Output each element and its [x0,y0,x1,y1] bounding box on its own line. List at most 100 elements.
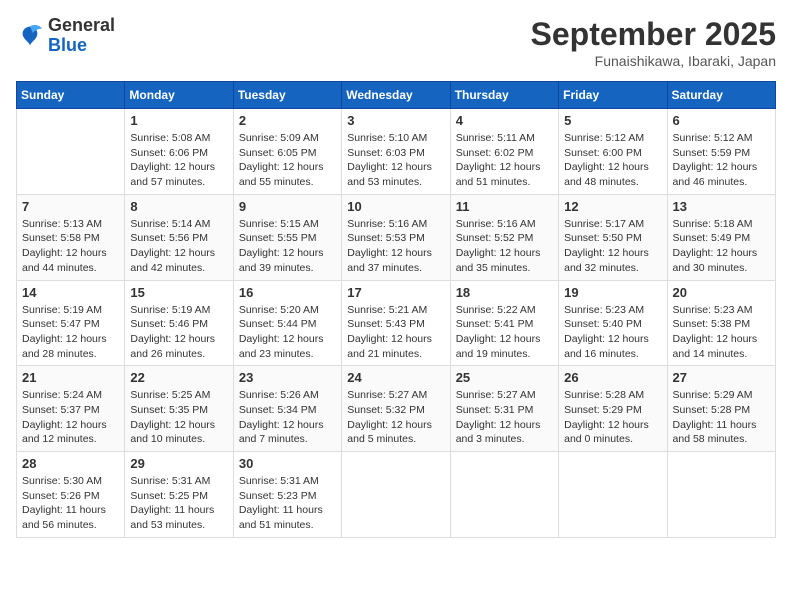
calendar-cell: 8 Sunrise: 5:14 AMSunset: 5:56 PMDaylight… [125,194,233,280]
calendar-cell: 2Sunrise: 5:09 AMSunset: 6:05 PMDaylight… [233,109,341,195]
day-info: Sunrise: 5:17 AMSunset: 5:50 PMDaylight:… [564,217,661,276]
day-info: Sunrise: 5:16 AMSunset: 5:52 PMDaylight:… [456,217,553,276]
day-number: 10 [347,199,444,214]
day-number: 28 [22,456,119,471]
calendar-cell: 18 Sunrise: 5:22 AMSunset: 5:41 PMDayligh… [450,280,558,366]
day-number: 6 [673,113,770,128]
calendar-week-row: 21 Sunrise: 5:24 AMSunset: 5:37 PMDayligh… [17,366,776,452]
day-number: 26 [564,370,661,385]
calendar-week-row: 7 Sunrise: 5:13 AMSunset: 5:58 PMDaylight… [17,194,776,280]
day-info: Sunrise: 5:22 AMSunset: 5:41 PMDaylight:… [456,303,553,362]
calendar-cell: 15 Sunrise: 5:19 AMSunset: 5:46 PMDayligh… [125,280,233,366]
day-number: 16 [239,285,336,300]
calendar-cell: 24 Sunrise: 5:27 AMSunset: 5:32 PMDayligh… [342,366,450,452]
logo-bird-icon [16,22,44,50]
calendar-cell: 28 Sunrise: 5:30 AMSunset: 5:26 PMDayligh… [17,452,125,538]
day-number: 2 [239,113,336,128]
day-number: 18 [456,285,553,300]
day-number: 7 [22,199,119,214]
day-info: Sunrise: 5:25 AMSunset: 5:35 PMDaylight:… [130,388,227,447]
calendar-cell [17,109,125,195]
day-number: 3 [347,113,444,128]
day-info: Sunrise: 5:18 AMSunset: 5:49 PMDaylight:… [673,217,770,276]
day-number: 15 [130,285,227,300]
calendar-cell: 27Sunrise: 5:29 AMSunset: 5:28 PMDayligh… [667,366,775,452]
location-text: Funaishikawa, Ibaraki, Japan [531,53,776,69]
calendar-cell: 29 Sunrise: 5:31 AMSunset: 5:25 PMDayligh… [125,452,233,538]
day-number: 12 [564,199,661,214]
day-info: Sunrise: 5:08 AMSunset: 6:06 PMDaylight:… [130,131,227,190]
day-number: 4 [456,113,553,128]
month-title: September 2025 [531,16,776,53]
day-info: Sunrise: 5:16 AMSunset: 5:53 PMDaylight:… [347,217,444,276]
day-info: Sunrise: 5:13 AMSunset: 5:58 PMDaylight:… [22,217,119,276]
calendar-week-row: 14 Sunrise: 5:19 AMSunset: 5:47 PMDayligh… [17,280,776,366]
calendar-cell: 21 Sunrise: 5:24 AMSunset: 5:37 PMDayligh… [17,366,125,452]
weekday-header-tuesday: Tuesday [233,82,341,109]
day-info: Sunrise: 5:19 AMSunset: 5:47 PMDaylight:… [22,303,119,362]
day-info: Sunrise: 5:19 AMSunset: 5:46 PMDaylight:… [130,303,227,362]
day-info: Sunrise: 5:31 AMSunset: 5:25 PMDaylight:… [130,474,227,533]
page-header: General Blue September 2025 Funaishikawa… [16,16,776,69]
day-number: 21 [22,370,119,385]
calendar-cell: 13 Sunrise: 5:18 AMSunset: 5:49 PMDayligh… [667,194,775,280]
day-info: Sunrise: 5:26 AMSunset: 5:34 PMDaylight:… [239,388,336,447]
calendar-table: SundayMondayTuesdayWednesdayThursdayFrid… [16,81,776,538]
day-info: Sunrise: 5:14 AMSunset: 5:56 PMDaylight:… [130,217,227,276]
calendar-cell: 23Sunrise: 5:26 AMSunset: 5:34 PMDayligh… [233,366,341,452]
day-info: Sunrise: 5:10 AMSunset: 6:03 PMDaylight:… [347,131,444,190]
day-info: Sunrise: 5:27 AMSunset: 5:31 PMDaylight:… [456,388,553,447]
day-number: 27 [673,370,770,385]
calendar-week-row: 28 Sunrise: 5:30 AMSunset: 5:26 PMDayligh… [17,452,776,538]
calendar-cell [667,452,775,538]
calendar-cell: 12 Sunrise: 5:17 AMSunset: 5:50 PMDayligh… [559,194,667,280]
calendar-cell [342,452,450,538]
day-number: 29 [130,456,227,471]
weekday-header-thursday: Thursday [450,82,558,109]
day-number: 8 [130,199,227,214]
day-info: Sunrise: 5:12 AMSunset: 6:00 PMDaylight:… [564,131,661,190]
day-number: 20 [673,285,770,300]
day-number: 30 [239,456,336,471]
calendar-cell: 16 Sunrise: 5:20 AMSunset: 5:44 PMDayligh… [233,280,341,366]
day-number: 19 [564,285,661,300]
calendar-cell: 26Sunrise: 5:28 AMSunset: 5:29 PMDayligh… [559,366,667,452]
calendar-header-row: SundayMondayTuesdayWednesdayThursdayFrid… [17,82,776,109]
calendar-cell: 7 Sunrise: 5:13 AMSunset: 5:58 PMDaylight… [17,194,125,280]
calendar-cell: 4Sunrise: 5:11 AMSunset: 6:02 PMDaylight… [450,109,558,195]
day-number: 9 [239,199,336,214]
calendar-cell: 30 Sunrise: 5:31 AMSunset: 5:23 PMDayligh… [233,452,341,538]
calendar-cell: 20 Sunrise: 5:23 AMSunset: 5:38 PMDayligh… [667,280,775,366]
title-block: September 2025 Funaishikawa, Ibaraki, Ja… [531,16,776,69]
calendar-cell: 1Sunrise: 5:08 AMSunset: 6:06 PMDaylight… [125,109,233,195]
day-number: 22 [130,370,227,385]
calendar-cell: 19 Sunrise: 5:23 AMSunset: 5:40 PMDayligh… [559,280,667,366]
calendar-cell: 5 Sunrise: 5:12 AMSunset: 6:00 PMDaylight… [559,109,667,195]
weekday-header-wednesday: Wednesday [342,82,450,109]
day-info: Sunrise: 5:31 AMSunset: 5:23 PMDaylight:… [239,474,336,533]
calendar-cell: 9 Sunrise: 5:15 AMSunset: 5:55 PMDaylight… [233,194,341,280]
day-info: Sunrise: 5:27 AMSunset: 5:32 PMDaylight:… [347,388,444,447]
day-number: 13 [673,199,770,214]
calendar-cell: 3 Sunrise: 5:10 AMSunset: 6:03 PMDaylight… [342,109,450,195]
calendar-cell: 17Sunrise: 5:21 AMSunset: 5:43 PMDayligh… [342,280,450,366]
day-info: Sunrise: 5:30 AMSunset: 5:26 PMDaylight:… [22,474,119,533]
day-info: Sunrise: 5:24 AMSunset: 5:37 PMDaylight:… [22,388,119,447]
weekday-header-monday: Monday [125,82,233,109]
day-number: 5 [564,113,661,128]
calendar-cell [559,452,667,538]
day-info: Sunrise: 5:12 AMSunset: 5:59 PMDaylight:… [673,131,770,190]
calendar-week-row: 1Sunrise: 5:08 AMSunset: 6:06 PMDaylight… [17,109,776,195]
weekday-header-friday: Friday [559,82,667,109]
logo: General Blue [16,16,115,56]
weekday-header-saturday: Saturday [667,82,775,109]
calendar-cell: 10 Sunrise: 5:16 AMSunset: 5:53 PMDayligh… [342,194,450,280]
day-info: Sunrise: 5:23 AMSunset: 5:38 PMDaylight:… [673,303,770,362]
day-info: Sunrise: 5:15 AMSunset: 5:55 PMDaylight:… [239,217,336,276]
calendar-cell: 22 Sunrise: 5:25 AMSunset: 5:35 PMDayligh… [125,366,233,452]
day-number: 24 [347,370,444,385]
day-info: Sunrise: 5:20 AMSunset: 5:44 PMDaylight:… [239,303,336,362]
day-number: 14 [22,285,119,300]
logo-general-text: General [48,16,115,36]
day-info: Sunrise: 5:23 AMSunset: 5:40 PMDaylight:… [564,303,661,362]
